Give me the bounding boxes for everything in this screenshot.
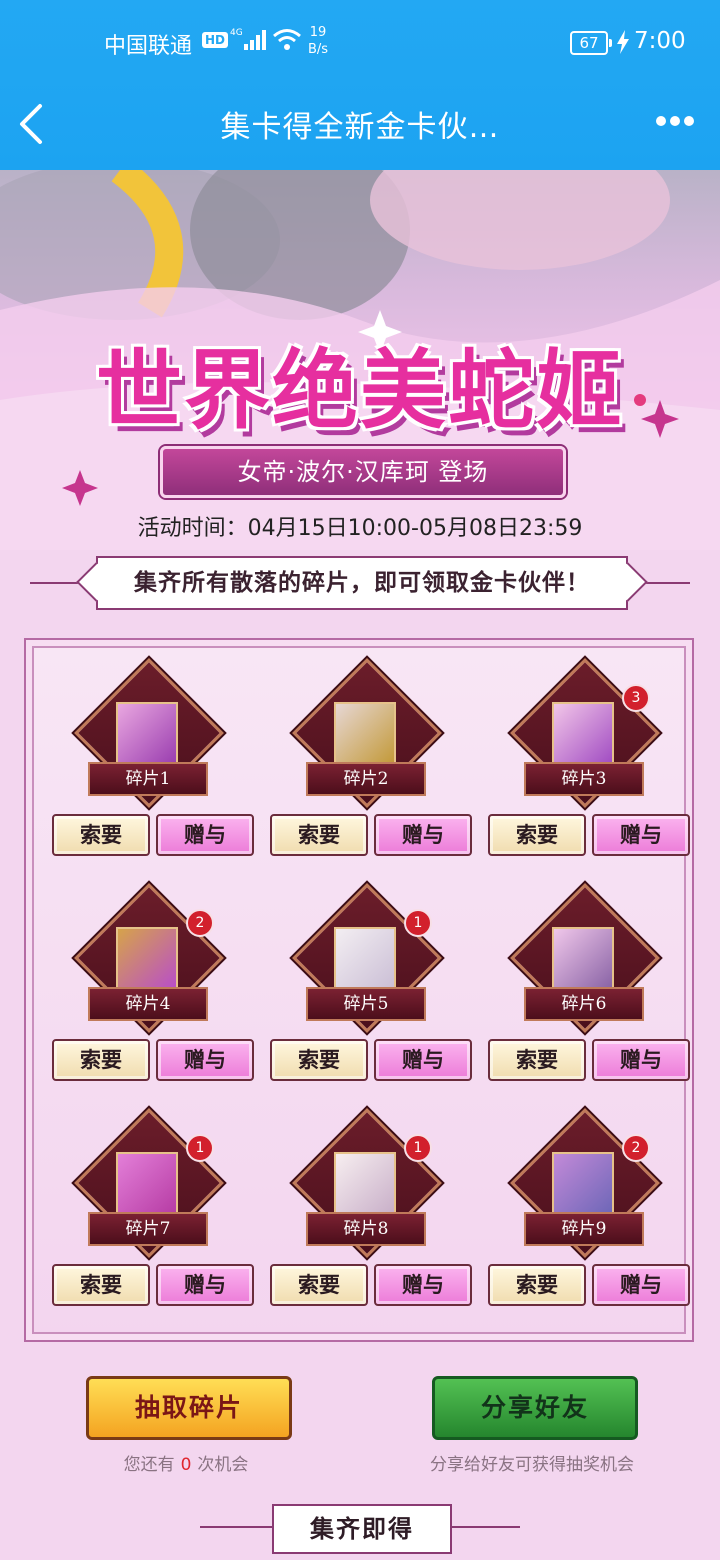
remaining-chances: 您还有 0 次机会: [86, 1450, 286, 1475]
request-button[interactable]: 索要: [52, 1039, 150, 1081]
fragment-card: 碎片3 3 索要 赠与: [472, 658, 692, 880]
event-banner: 世界绝美蛇姬 女帝·波尔·汉库珂 登场 活动时间：04月15日10:00-05月…: [0, 170, 720, 550]
share-hint: 分享给好友可获得抽奖机会: [430, 1455, 634, 1475]
fragment-label: 碎片2: [306, 762, 426, 796]
give-button[interactable]: 赠与: [156, 814, 254, 856]
net-speed-value: 19: [309, 25, 327, 40]
fragment-card: 碎片2 索要 赠与: [254, 658, 474, 880]
fragment-image: [334, 927, 396, 989]
fragment-image: [334, 702, 396, 764]
request-button[interactable]: 索要: [488, 1264, 586, 1306]
notice-text: 集齐所有散落的碎片，即可领取金卡伙伴！: [96, 556, 628, 610]
give-button[interactable]: 赠与: [592, 1264, 690, 1306]
request-button[interactable]: 索要: [488, 1039, 586, 1081]
fragment-image: [334, 1152, 396, 1214]
battery-indicator: 67: [570, 31, 612, 55]
give-button[interactable]: 赠与: [156, 1039, 254, 1081]
collect-title: 集齐即得: [272, 1504, 452, 1554]
fragment-count-badge: 1: [186, 1134, 214, 1162]
banner-subtitle: 女帝·波尔·汉库珂 登场: [160, 446, 566, 498]
fragment-label: 碎片6: [524, 987, 644, 1021]
share-friends-button[interactable]: 分享好友: [432, 1376, 638, 1440]
request-button[interactable]: 索要: [270, 1039, 368, 1081]
net-speed-unit: B/s: [308, 42, 329, 57]
event-time: 活动时间：04月15日10:00-05月08日23:59: [137, 516, 583, 541]
chances-prefix: 您还有: [123, 1455, 175, 1475]
fragment-label: 碎片3: [524, 762, 644, 796]
fragment-label: 碎片5: [306, 987, 426, 1021]
network-type: 4G: [230, 28, 243, 38]
fragment-label: 碎片4: [88, 987, 208, 1021]
fragment-card: 碎片1 索要 赠与: [36, 658, 256, 880]
request-button[interactable]: 索要: [488, 814, 586, 856]
fragment-card: 碎片8 1 索要 赠与: [254, 1108, 474, 1330]
page-title: 集卡得全新金卡伙…: [220, 110, 500, 145]
fragment-card: 碎片9 2 索要 赠与: [472, 1108, 692, 1330]
give-button[interactable]: 赠与: [374, 1264, 472, 1306]
notice-ribbon: 集齐所有散落的碎片，即可领取金卡伙伴！: [0, 552, 720, 614]
fragment-image: [552, 702, 614, 764]
request-button[interactable]: 索要: [52, 1264, 150, 1306]
fragment-card: 碎片6 索要 赠与: [472, 883, 692, 1105]
cellular-signal-icon: 4G: [230, 28, 266, 50]
top-bar: 中国联通 HD 4G 19 B/s 67 7:00 集卡得全新金卡伙…: [0, 0, 720, 170]
fragment-image: [116, 702, 178, 764]
give-button[interactable]: 赠与: [374, 814, 472, 856]
chances-count: 0: [180, 1455, 192, 1475]
carrier-name: 中国联通: [104, 34, 193, 59]
wifi-icon: [273, 29, 301, 50]
collect-section-header: 集齐即得: [0, 1500, 720, 1560]
fragment-count-badge: 2: [186, 909, 214, 937]
charging-bolt-icon: [617, 30, 629, 54]
fragment-image: [116, 1152, 178, 1214]
fragment-image: [116, 927, 178, 989]
back-arrow-icon[interactable]: [14, 100, 48, 148]
fragments-panel: 碎片1 索要 赠与 碎片2 索要 赠与 碎片3 3 索要 赠与 碎片4 2 索要 赠与 碎片5 1 索要 赠与 碎片…: [24, 638, 694, 1342]
fragment-label: 碎片1: [88, 762, 208, 796]
hd-badge: HD: [202, 32, 229, 48]
fragment-card: 碎片5 1 索要 赠与: [254, 883, 474, 1105]
fragment-image: [552, 927, 614, 989]
fragment-label: 碎片7: [88, 1212, 208, 1246]
chances-suffix: 次机会: [197, 1455, 249, 1475]
fragment-count-badge: 2: [622, 1134, 650, 1162]
more-options-icon[interactable]: [654, 112, 704, 132]
fragment-count-badge: 1: [404, 1134, 432, 1162]
request-button[interactable]: 索要: [52, 814, 150, 856]
nav-bar: 集卡得全新金卡伙…: [0, 84, 720, 170]
net-speed: 19 B/s: [308, 24, 328, 58]
request-button[interactable]: 索要: [270, 814, 368, 856]
give-button[interactable]: 赠与: [592, 1039, 690, 1081]
fragment-card: 碎片7 1 索要 赠与: [36, 1108, 256, 1330]
give-button[interactable]: 赠与: [156, 1264, 254, 1306]
banner-title: 世界绝美蛇姬: [96, 340, 624, 441]
fragment-image: [552, 1152, 614, 1214]
fragment-card: 碎片4 2 索要 赠与: [36, 883, 256, 1105]
fragment-count-badge: 1: [404, 909, 432, 937]
draw-fragment-button[interactable]: 抽取碎片: [86, 1376, 292, 1440]
fragment-label: 碎片9: [524, 1212, 644, 1246]
give-button[interactable]: 赠与: [374, 1039, 472, 1081]
status-time: 7:00: [634, 28, 686, 54]
request-button[interactable]: 索要: [270, 1264, 368, 1306]
fragment-label: 碎片8: [306, 1212, 426, 1246]
give-button[interactable]: 赠与: [592, 814, 690, 856]
fragment-count-badge: 3: [622, 684, 650, 712]
status-bar: 中国联通 HD 4G 19 B/s 67 7:00: [0, 0, 720, 84]
